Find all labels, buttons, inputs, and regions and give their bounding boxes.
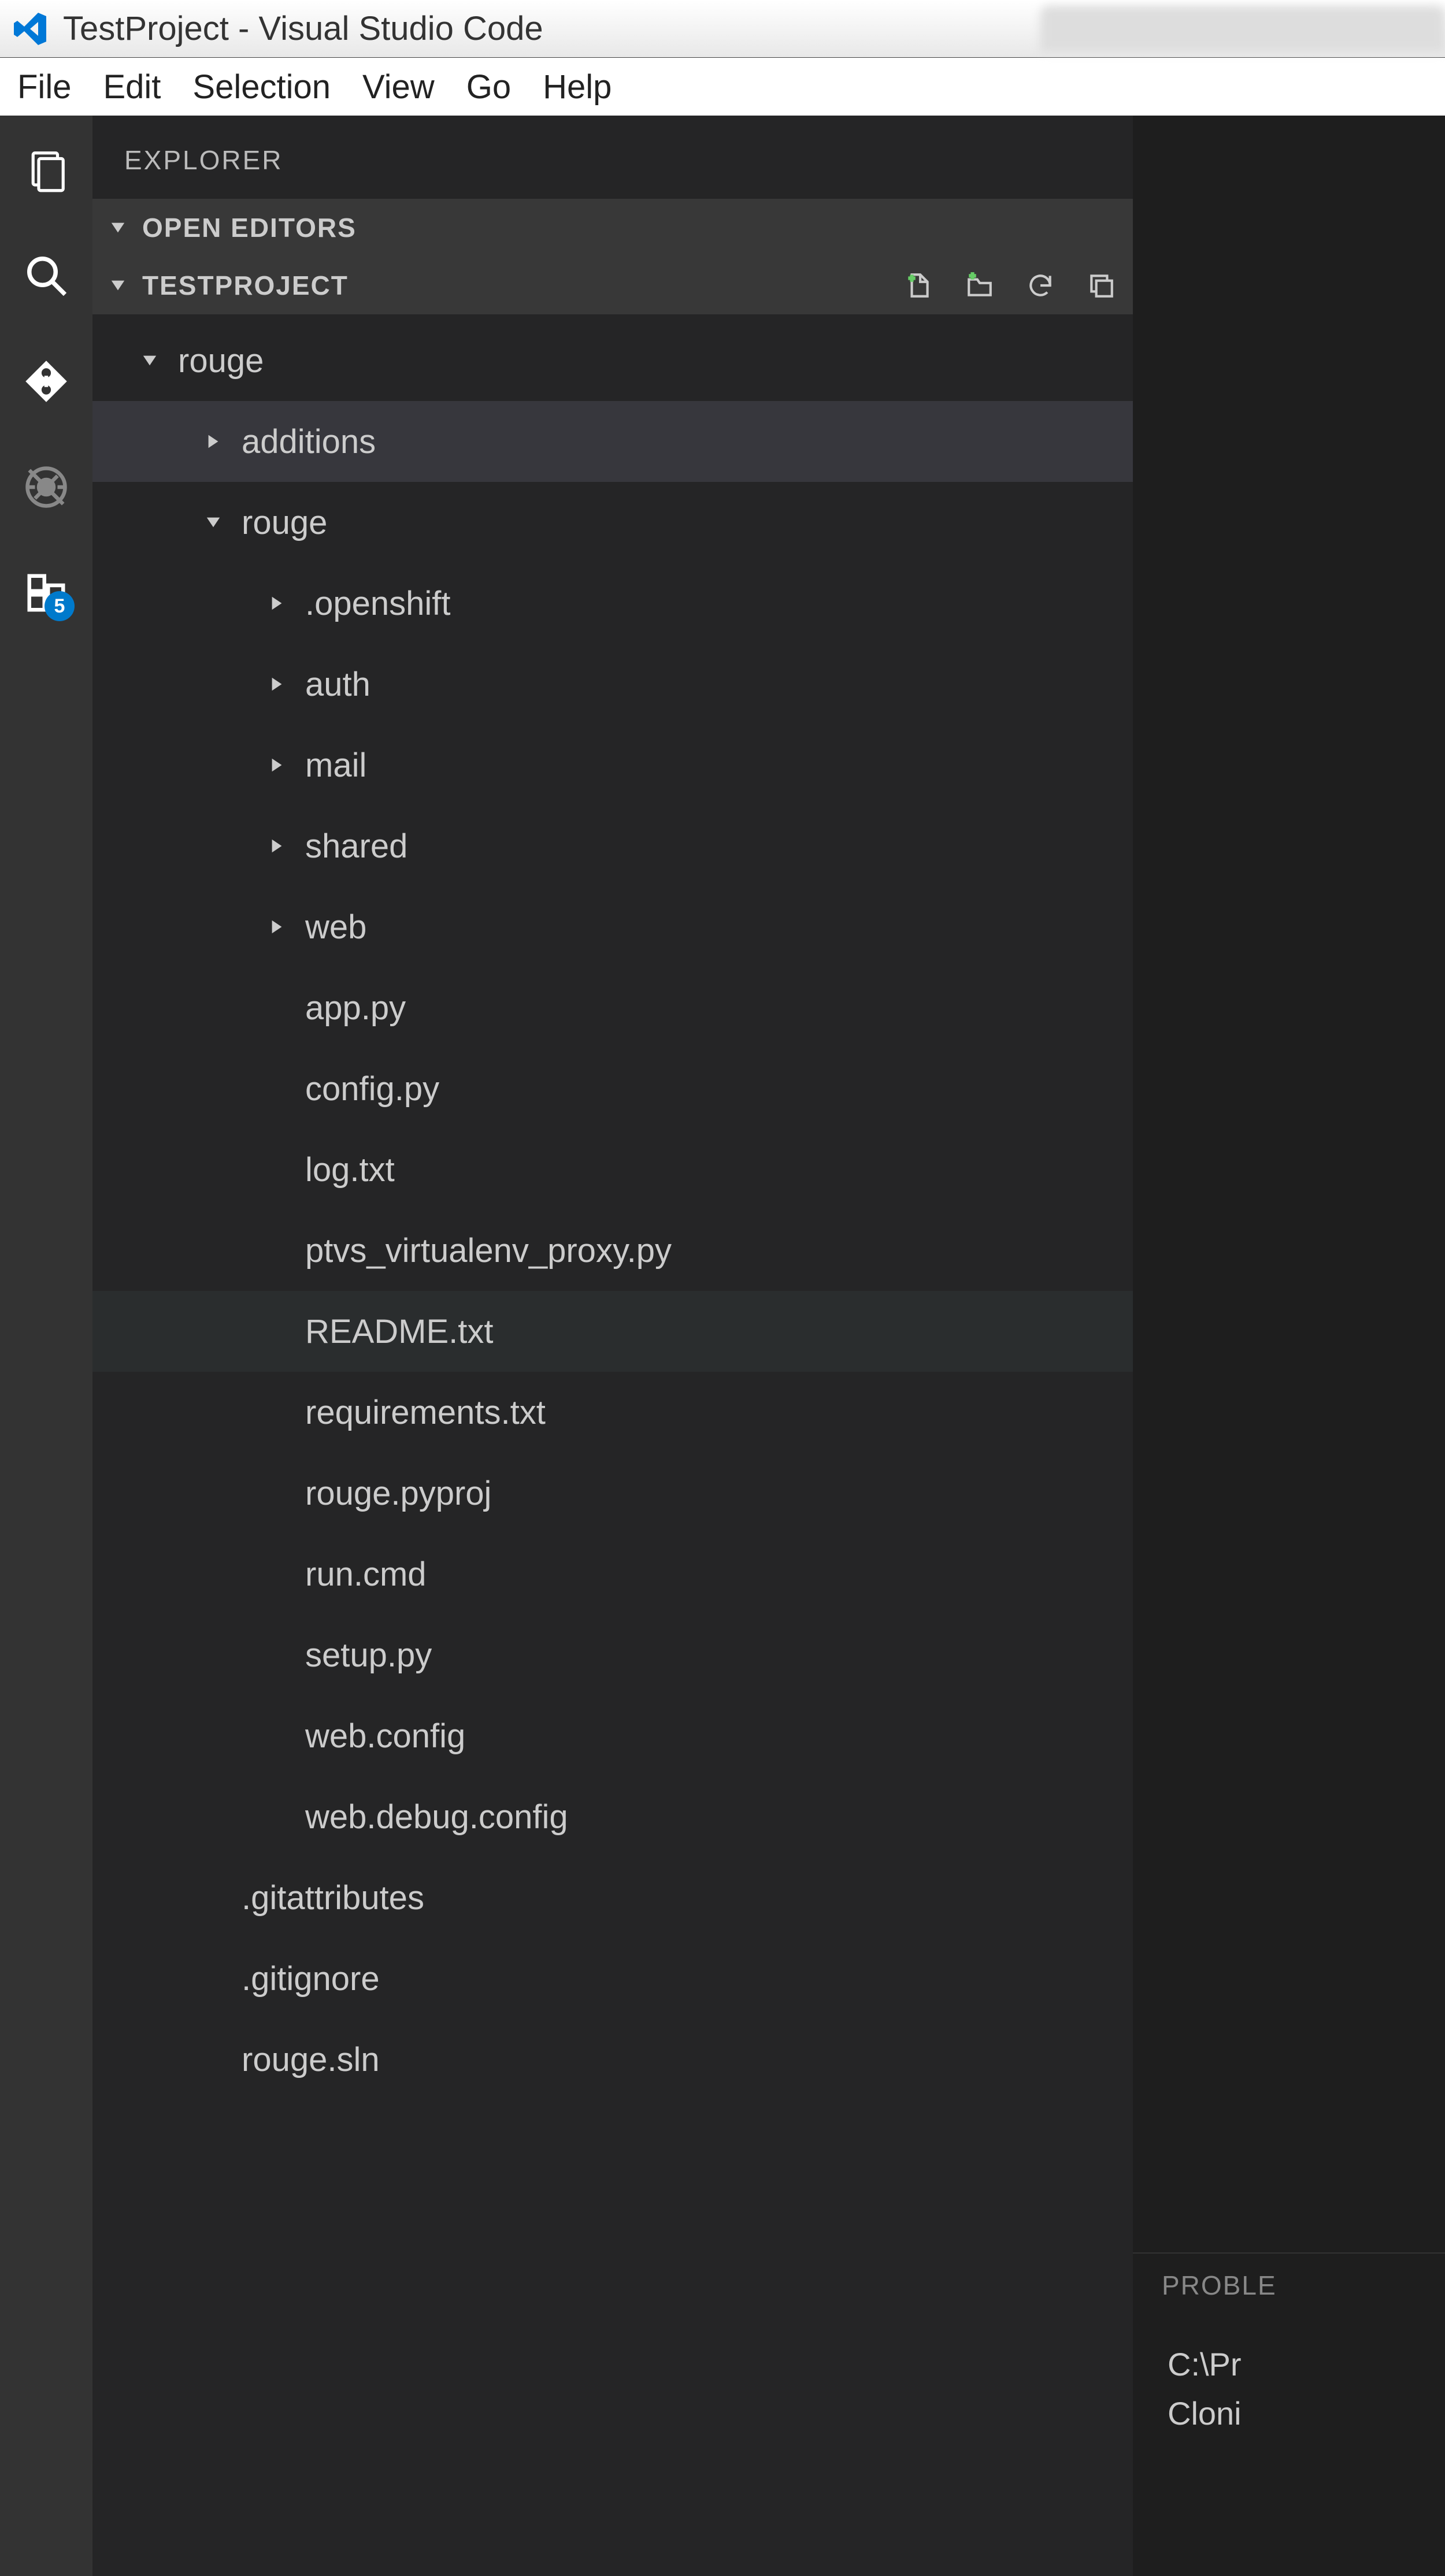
tree-item-label: app.py: [305, 989, 406, 1027]
file-item[interactable]: web.config: [92, 1695, 1133, 1776]
new-file-icon[interactable]: [905, 271, 933, 300]
project-label: TESTPROJECT: [142, 270, 349, 301]
file-item[interactable]: web.debug.config: [92, 1776, 1133, 1857]
tree-item-label: auth: [305, 665, 370, 704]
tree-item-label: README.txt: [305, 1312, 494, 1351]
tree-item-label: mail: [305, 746, 366, 785]
editor-area: PROBLE C:\Pr Cloni: [1133, 116, 1445, 2576]
file-tree: rouge additions rouge .openshift auth mail sha…: [92, 314, 1133, 2100]
twistie-down-icon[interactable]: [142, 352, 158, 369]
titlebar: TestProject - Visual Studio Code: [0, 0, 1445, 58]
file-item[interactable]: ptvs_virtualenv_proxy.py: [92, 1210, 1133, 1291]
file-item[interactable]: .gitattributes: [92, 1857, 1133, 1938]
menu-file[interactable]: File: [17, 68, 71, 106]
open-editors-label: OPEN EDITORS: [142, 212, 357, 243]
tree-item-label: shared: [305, 827, 407, 866]
twistie-down-icon[interactable]: [205, 514, 221, 530]
tree-item-label: web.debug.config: [305, 1798, 568, 1836]
tree-item-label: additions: [242, 422, 376, 461]
twistie-right-icon[interactable]: [269, 757, 285, 773]
twistie-right-icon[interactable]: [269, 676, 285, 692]
window-title: TestProject - Visual Studio Code: [63, 9, 543, 48]
search-icon[interactable]: [24, 253, 69, 298]
twistie-down-icon: [110, 277, 126, 294]
folder-item[interactable]: .openshift: [92, 563, 1133, 644]
tree-item-label: .gitignore: [242, 1959, 380, 1998]
sidebar-title: EXPLORER: [92, 116, 1133, 199]
twistie-right-icon[interactable]: [269, 838, 285, 854]
tree-item-label: .openshift: [305, 584, 451, 623]
collapse-all-icon[interactable]: [1087, 271, 1116, 300]
tree-item-label: run.cmd: [305, 1555, 427, 1594]
background-tab: [1040, 6, 1445, 52]
bottom-panel: PROBLE C:\Pr Cloni: [1133, 2252, 1445, 2576]
tree-item-label: setup.py: [305, 1636, 432, 1675]
tree-item-label: web.config: [305, 1717, 465, 1755]
file-item[interactable]: README.txt: [92, 1291, 1133, 1372]
tree-item-label: config.py: [305, 1070, 439, 1108]
twistie-right-icon[interactable]: [269, 919, 285, 935]
twistie-right-icon[interactable]: [205, 433, 221, 450]
activity-bar: 5: [0, 116, 92, 2576]
terminal-output: C:\Pr Cloni: [1133, 2317, 1445, 2462]
panel-tab-problems[interactable]: PROBLE: [1162, 2270, 1277, 2301]
file-item[interactable]: rouge.sln: [92, 2019, 1133, 2100]
tree-item-label: rouge: [242, 503, 327, 542]
source-control-icon[interactable]: [24, 359, 69, 404]
extensions-icon[interactable]: 5: [24, 570, 69, 615]
folder-item[interactable]: web: [92, 886, 1133, 967]
project-header[interactable]: TESTPROJECT: [92, 257, 1133, 314]
open-editors-header[interactable]: OPEN EDITORS: [92, 199, 1133, 257]
debug-icon[interactable]: [24, 465, 69, 510]
menu-go[interactable]: Go: [466, 68, 511, 106]
folder-item[interactable]: rouge: [92, 320, 1133, 401]
file-item[interactable]: requirements.txt: [92, 1372, 1133, 1453]
tree-item-label: requirements.txt: [305, 1393, 546, 1432]
menu-help[interactable]: Help: [543, 68, 612, 106]
tree-item-label: rouge: [178, 342, 264, 380]
twistie-down-icon: [110, 220, 126, 236]
tree-item-label: rouge.pyproj: [305, 1474, 491, 1513]
project-actions: [905, 271, 1116, 300]
explorer-icon[interactable]: [24, 147, 69, 192]
file-item[interactable]: run.cmd: [92, 1534, 1133, 1614]
folder-item[interactable]: rouge: [92, 482, 1133, 563]
file-item[interactable]: config.py: [92, 1048, 1133, 1129]
tree-item-label: web: [305, 908, 366, 946]
explorer-sidebar: EXPLORER OPEN EDITORS TESTPROJECT rouge a…: [92, 116, 1133, 2576]
folder-item[interactable]: shared: [92, 806, 1133, 886]
menubar: File Edit Selection View Go Help: [0, 58, 1445, 116]
tree-item-label: rouge.sln: [242, 2040, 380, 2079]
twistie-right-icon[interactable]: [269, 595, 285, 611]
file-item[interactable]: log.txt: [92, 1129, 1133, 1210]
folder-item[interactable]: mail: [92, 725, 1133, 806]
menu-edit[interactable]: Edit: [103, 68, 161, 106]
file-item[interactable]: rouge.pyproj: [92, 1453, 1133, 1534]
file-item[interactable]: .gitignore: [92, 1938, 1133, 2019]
refresh-icon[interactable]: [1026, 271, 1055, 300]
new-folder-icon[interactable]: [965, 271, 994, 300]
file-item[interactable]: setup.py: [92, 1614, 1133, 1695]
vscode-logo-icon: [12, 10, 49, 47]
folder-item[interactable]: auth: [92, 644, 1133, 725]
tree-item-label: ptvs_virtualenv_proxy.py: [305, 1231, 672, 1270]
tree-item-label: .gitattributes: [242, 1879, 424, 1917]
extensions-badge: 5: [45, 591, 75, 621]
menu-view[interactable]: View: [362, 68, 435, 106]
menu-selection[interactable]: Selection: [192, 68, 331, 106]
tree-item-label: log.txt: [305, 1150, 395, 1189]
folder-item[interactable]: additions: [92, 401, 1133, 482]
file-item[interactable]: app.py: [92, 967, 1133, 1048]
